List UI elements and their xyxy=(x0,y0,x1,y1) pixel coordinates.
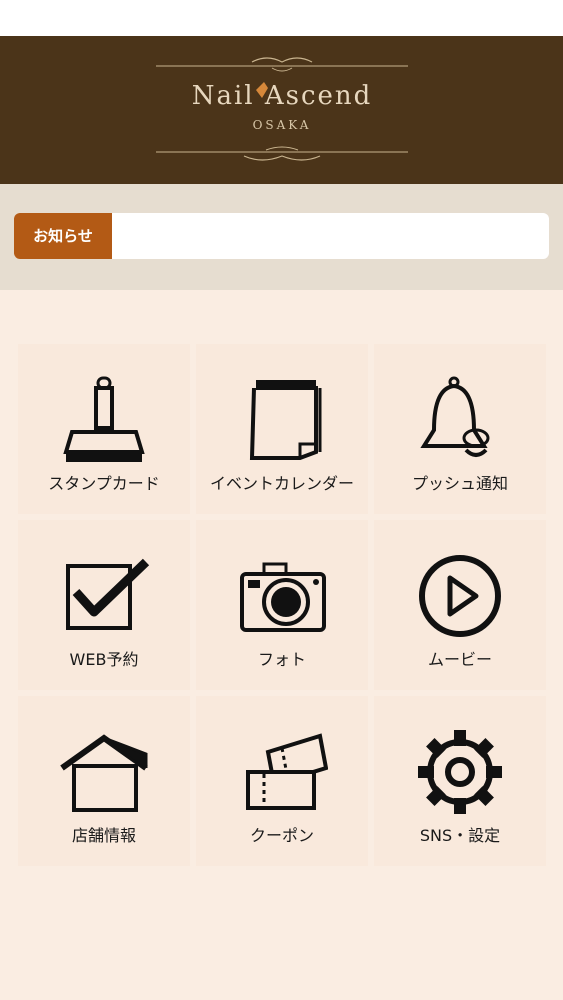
menu-grid: スタンプカード イベントカレンダー プッシュ通知 WEB予約 フォト ムービー … xyxy=(18,344,546,866)
menu-item-sns-settings[interactable]: SNS・設定 xyxy=(374,696,546,866)
camera-icon xyxy=(240,562,326,632)
notice-area: お知らせ xyxy=(0,184,563,290)
logo-subtitle: OSAKA xyxy=(252,118,312,132)
menu-item-stamp-card[interactable]: スタンプカード xyxy=(18,344,190,514)
stamp-icon xyxy=(63,376,145,462)
gear-icon xyxy=(418,730,502,814)
menu-item-label: クーポン xyxy=(249,826,314,845)
menu-item-movie[interactable]: ムービー xyxy=(374,520,546,690)
checkbox-icon xyxy=(66,558,150,630)
calendar-icon xyxy=(249,380,322,460)
status-bar xyxy=(0,0,563,36)
menu-item-store-info[interactable]: 店舗情報 xyxy=(18,696,190,866)
coupon-icon xyxy=(246,733,328,810)
menu-item-label: イベントカレンダー xyxy=(209,474,354,493)
menu-item-photo[interactable]: フォト xyxy=(196,520,368,690)
menu-item-label: ムービー xyxy=(427,650,492,669)
menu-item-push-notification[interactable]: プッシュ通知 xyxy=(374,344,546,514)
bell-icon xyxy=(420,376,490,457)
notice-label: お知らせ xyxy=(14,213,112,259)
menu-item-label: 店舗情報 xyxy=(71,826,136,845)
app-header: Nail Ascend OSAKA xyxy=(0,36,563,184)
menu-item-label: WEB予約 xyxy=(69,650,139,669)
house-icon xyxy=(60,734,148,812)
notice-bar[interactable]: お知らせ xyxy=(14,213,549,259)
menu-item-label: プッシュ通知 xyxy=(411,474,508,493)
brand-logo: Nail Ascend OSAKA xyxy=(156,54,408,164)
menu-item-coupon[interactable]: クーポン xyxy=(196,696,368,866)
menu-item-web-reservation[interactable]: WEB予約 xyxy=(18,520,190,690)
menu-item-label: スタンプカード xyxy=(48,474,160,493)
logo-title: Nail Ascend xyxy=(191,81,373,111)
play-icon xyxy=(419,555,501,637)
menu-item-label: SNS・設定 xyxy=(419,826,501,845)
menu-item-event-calendar[interactable]: イベントカレンダー xyxy=(196,344,368,514)
menu-item-label: フォト xyxy=(257,650,306,669)
